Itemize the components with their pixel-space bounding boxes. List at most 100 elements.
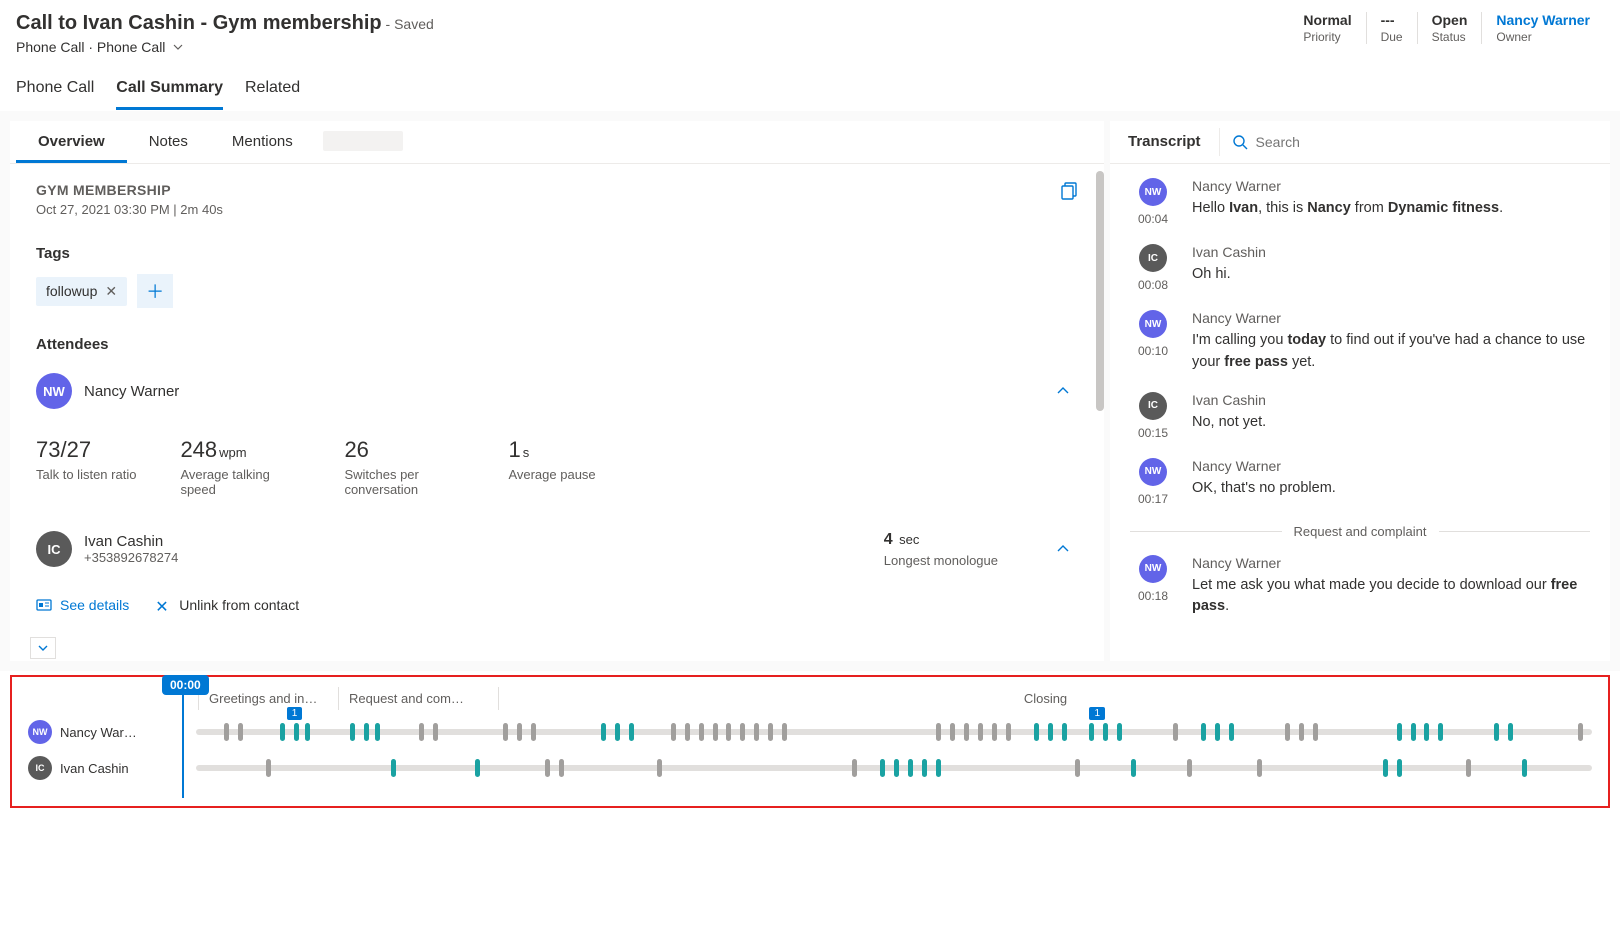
sub-tabs: Overview Notes Mentions (10, 121, 1104, 164)
segment-greetings[interactable]: Greetings and in… (198, 687, 338, 710)
transcript-row[interactable]: IC 00:15 Ivan Cashin No, not yet. (1130, 392, 1590, 440)
chevron-up-icon[interactable] (1056, 384, 1070, 398)
timeline-tick (503, 723, 508, 741)
avatar: NW (1139, 458, 1167, 486)
timeline-tick (280, 723, 285, 741)
timeline-tick (1383, 759, 1388, 777)
timeline-tick (950, 723, 955, 741)
timeline-tick (782, 723, 787, 741)
chevron-up-icon[interactable] (1056, 542, 1070, 556)
copy-icon[interactable] (1060, 182, 1078, 200)
search-box[interactable] (1219, 128, 1610, 156)
timeline-tick (740, 723, 745, 741)
timeline-tick (1075, 759, 1080, 777)
timeline-tick (629, 723, 634, 741)
header-properties: Normal Priority --- Due Open Status Nanc… (1289, 12, 1604, 44)
tab-phone-call[interactable]: Phone Call (16, 71, 94, 110)
timeline-tick (1173, 723, 1178, 741)
speaker-metrics: 73/27 Talk to listen ratio 248wpm Averag… (36, 437, 1078, 497)
playhead-line[interactable] (182, 695, 184, 798)
page-header: Call to Ivan Cashin - Gym membership - S… (0, 0, 1620, 63)
timestamp: 00:04 (1138, 212, 1168, 226)
utterance: I'm calling you today to find out if you… (1192, 330, 1590, 374)
timeline-tick (852, 759, 857, 777)
metric-switches: 26 Switches per conversation (344, 437, 464, 497)
timeline-tick (601, 723, 606, 741)
transcript-row[interactable]: IC 00:08 Ivan Cashin Oh hi. (1130, 244, 1590, 292)
remove-tag-icon[interactable]: ✕ (105, 283, 117, 300)
timeline-tick (880, 759, 885, 777)
timeline-tick (1466, 759, 1471, 777)
timeline-tick (726, 723, 731, 741)
saved-indicator: - Saved (386, 16, 434, 32)
speaker-name: Nancy Warner (1192, 555, 1590, 571)
timeline-tick (685, 723, 690, 741)
subtab-overview[interactable]: Overview (16, 121, 127, 163)
tab-call-summary[interactable]: Call Summary (116, 71, 223, 110)
attendee-ivan[interactable]: IC Ivan Cashin +353892678274 4 sec Longe… (36, 525, 1078, 573)
playhead-time[interactable]: 00:00 (162, 675, 209, 695)
collapse-toggle[interactable] (30, 637, 56, 659)
tab-related[interactable]: Related (245, 71, 300, 110)
transcript-row[interactable]: NW 00:18 Nancy Warner Let me ask you wha… (1130, 555, 1590, 619)
transcript-row[interactable]: NW 00:10 Nancy Warner I'm calling you to… (1130, 310, 1590, 374)
timeline-tick (375, 723, 380, 741)
timeline-tick (768, 723, 773, 741)
timeline-tick (1411, 723, 1416, 741)
timeline-tick (559, 759, 564, 777)
transcript-row[interactable]: NW 00:17 Nancy Warner OK, that's no prob… (1130, 458, 1590, 506)
timeline-tick (1494, 723, 1499, 741)
record-title: Call to Ivan Cashin - Gym membership (16, 12, 382, 34)
owner-field[interactable]: Nancy Warner Owner (1481, 12, 1604, 44)
segment-request[interactable]: Request and com… (338, 687, 498, 710)
tag-followup[interactable]: followup ✕ (36, 277, 127, 306)
avatar: NW (1139, 555, 1167, 583)
timeline-row-ivan: IC Ivan Cashin (28, 756, 1592, 780)
transcript-tab[interactable]: Transcript (1110, 121, 1219, 163)
see-details-link[interactable]: See details (36, 597, 129, 613)
timeline-tick (1062, 723, 1067, 741)
timestamp: 00:15 (1138, 426, 1168, 440)
status-field[interactable]: Open Status (1417, 12, 1482, 44)
plus-icon: ＋ (146, 278, 164, 304)
due-field[interactable]: --- Due (1366, 12, 1417, 44)
avatar: NW (1139, 310, 1167, 338)
timeline-tick (419, 723, 424, 741)
timeline-tick (1299, 723, 1304, 741)
timeline-tick (1522, 759, 1527, 777)
timeline-tick (1424, 723, 1429, 741)
attendee-nancy[interactable]: NW Nancy Warner (36, 367, 1078, 415)
subtab-mentions[interactable]: Mentions (210, 121, 315, 163)
sentiment-marker[interactable]: 1 (1089, 707, 1105, 720)
utterance: Hello Ivan, this is Nancy from Dynamic f… (1192, 198, 1590, 220)
priority-field[interactable]: Normal Priority (1289, 12, 1365, 44)
sentiment-marker[interactable]: 1 (287, 707, 303, 720)
timeline-tick (657, 759, 662, 777)
transcript-row[interactable]: NW 00:04 Nancy Warner Hello Ivan, this i… (1130, 178, 1590, 226)
transcript-divider: Request and complaint (1130, 524, 1590, 539)
metric-monologue: 4 sec Longest monologue (884, 531, 998, 568)
metric-talk-ratio: 73/27 Talk to listen ratio (36, 437, 136, 497)
avatar: IC (1139, 244, 1167, 272)
timeline-tick (475, 759, 480, 777)
timeline-tick (1103, 723, 1108, 741)
timeline-tick (1131, 759, 1136, 777)
unlink-contact-link[interactable]: ✕ Unlink from contact (155, 597, 299, 613)
subtab-notes[interactable]: Notes (127, 121, 210, 163)
timeline-row-nancy: NW Nancy War… 1 1 (28, 720, 1592, 744)
breadcrumb[interactable]: Phone Call · Phone Call (16, 39, 434, 55)
main-tabs: Phone Call Call Summary Related (0, 71, 1620, 111)
timeline-tick (894, 759, 899, 777)
add-tag-button[interactable]: ＋ (137, 274, 173, 308)
timeline-track[interactable] (196, 765, 1592, 771)
search-input[interactable] (1256, 134, 1598, 150)
timeline-tick (615, 723, 620, 741)
transcript-list: NW 00:04 Nancy Warner Hello Ivan, this i… (1110, 164, 1610, 650)
metric-wpm: 248wpm Average talking speed (180, 437, 300, 497)
transcript-pane: Transcript NW 00:04 Nancy Warner Hello I… (1110, 121, 1610, 661)
timeline-track[interactable]: 1 1 (196, 729, 1592, 735)
segment-closing[interactable]: Closing (498, 687, 1592, 710)
timeline-tick (517, 723, 522, 741)
timeline-tick (1438, 723, 1443, 741)
timeline-tick (936, 759, 941, 777)
